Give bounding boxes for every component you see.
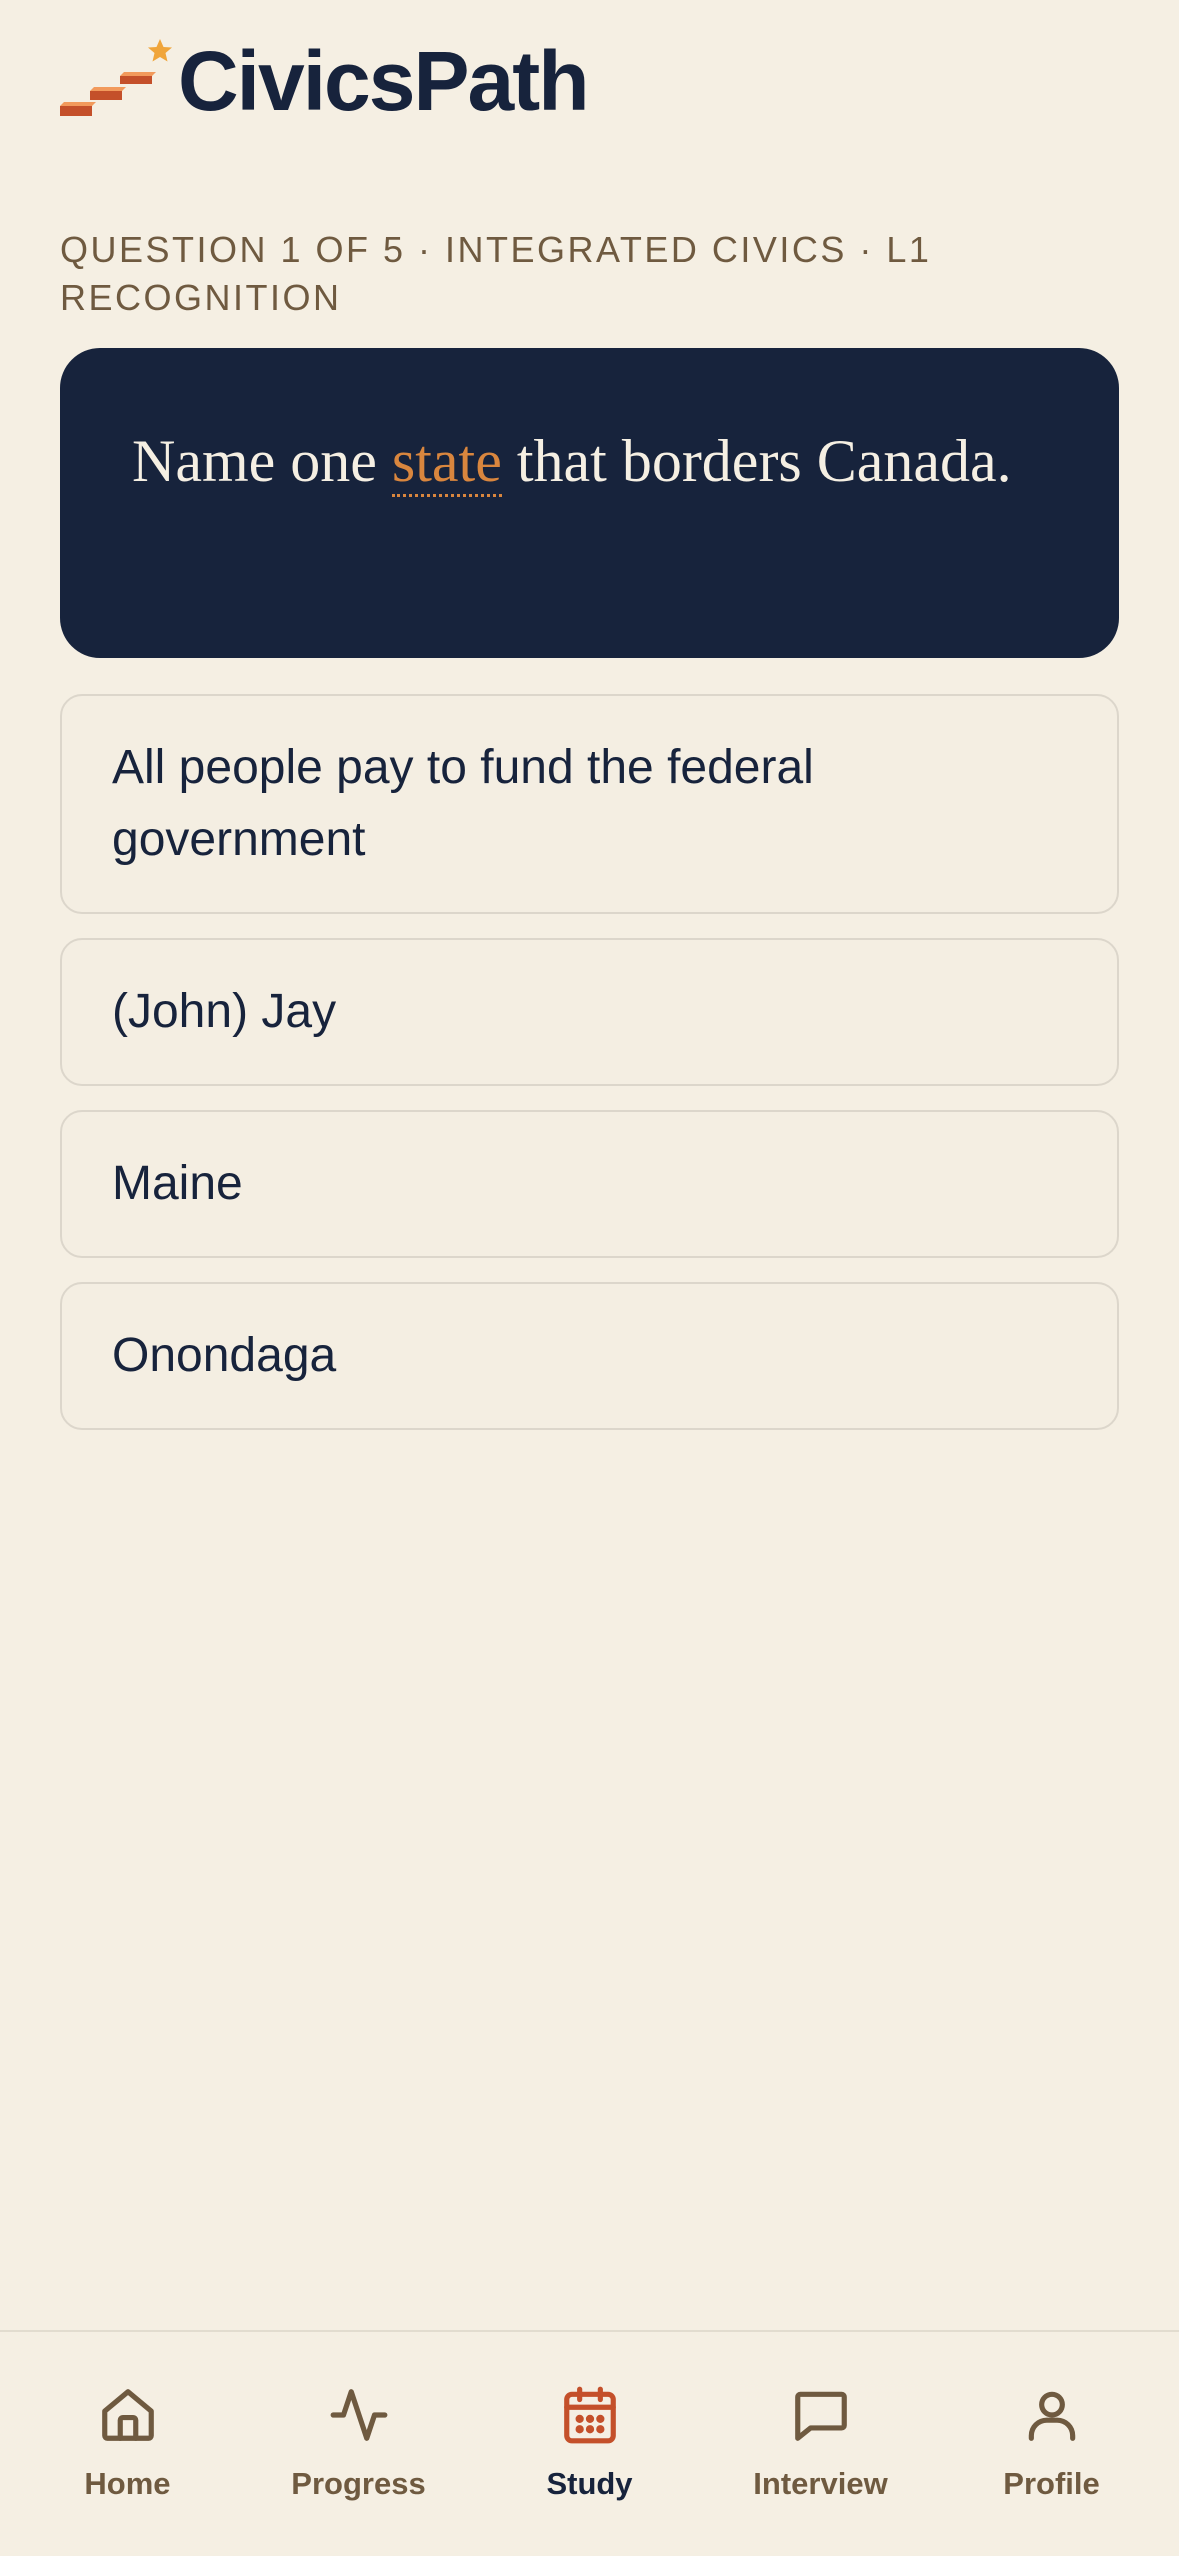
nav-item-study[interactable]: Study [490,2332,690,2556]
user-icon [1021,2384,1083,2446]
answer-option-label: (John) Jay [112,985,337,1038]
nav-item-progress[interactable]: Progress [259,2332,459,2556]
question-meta: QUESTION 1 OF 5 · INTEGRATED CIVICS · L1… [60,229,932,318]
question-keyword[interactable]: state [391,428,502,497]
answer-option-3[interactable]: Maine [60,1110,1119,1258]
nav-item-profile[interactable]: Profile [952,2332,1152,2556]
answer-option-4[interactable]: Onondaga [60,1282,1119,1430]
stairs-star-logo-icon [60,36,172,126]
question-text-before: Name one [132,428,392,494]
bottom-nav: Home Progress Study Interview Profile [0,2330,1179,2556]
answer-option-1[interactable]: All people pay to fund the federal gover… [60,694,1119,914]
question-text: Name one state that borders Canada. [132,420,1049,502]
calendar-icon [559,2384,621,2446]
question-card: Name one state that borders Canada. [60,348,1119,658]
nav-item-home[interactable]: Home [28,2332,228,2556]
question-text-after: that borders Canada. [501,428,1012,494]
nav-label-profile: Profile [1003,2466,1100,2501]
answer-option-label: All people pay to fund the federal gover… [112,741,814,866]
nav-label-progress: Progress [291,2466,426,2501]
app-title: CivicsPath [178,34,590,128]
answer-option-label: Onondaga [112,1329,337,1382]
activity-icon [328,2384,390,2446]
nav-label-home: Home [84,2466,171,2501]
nav-item-interview[interactable]: Interview [721,2332,921,2556]
home-icon [97,2384,159,2446]
app-header: CivicsPath [60,34,590,128]
nav-label-study: Study [546,2466,633,2501]
answer-option-label: Maine [112,1157,243,1210]
chat-bubble-icon [790,2384,852,2446]
nav-label-interview: Interview [753,2466,888,2501]
answer-option-2[interactable]: (John) Jay [60,938,1119,1086]
